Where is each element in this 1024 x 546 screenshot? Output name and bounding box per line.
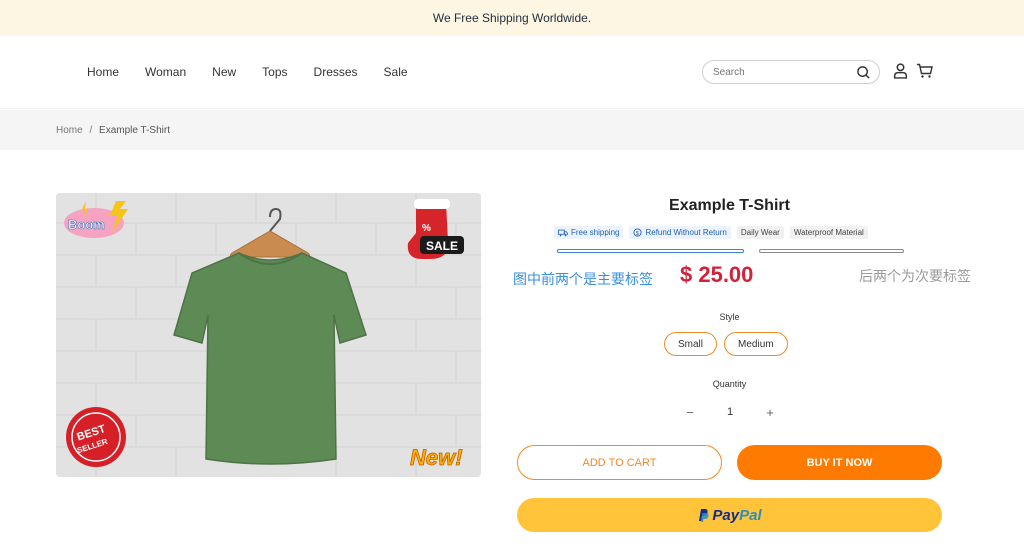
primary-tags-underline [557,249,744,253]
add-to-cart-button[interactable]: ADD TO CART [517,445,722,480]
style-label: Style [719,312,740,322]
announcement-bar: We Free Shipping Worldwide. [0,0,1024,36]
tag-waterproof: Waterproof Material [789,226,868,239]
style-options: Small Medium [664,332,788,356]
search-input[interactable] [703,65,855,79]
breadcrumb: Home / Example T-Shirt [56,125,170,136]
best-seller-badge: BEST SELLER [66,407,126,467]
breadcrumb-current: Example T-Shirt [99,124,170,136]
user-icon[interactable] [892,62,909,79]
paypal-label-pay: Pay [712,506,740,524]
quantity-label: Quantity [712,379,747,389]
product-price: $ 25.00 [680,262,754,287]
quantity-decrease-button[interactable]: − [680,405,700,420]
secondary-tags-underline [759,249,904,253]
style-option-small[interactable]: Small [664,332,718,356]
paypal-icon [699,509,709,522]
nav-woman[interactable]: Woman [145,65,186,79]
refund-icon: $ [633,228,643,237]
product-image[interactable]: Boom % SALE BEST SELLER New! [56,193,481,477]
tag-refund: $ Refund Without Return [629,226,731,239]
svg-text:SALE: SALE [426,239,458,253]
tag-label: Free shipping [571,228,620,237]
quantity-increase-button[interactable]: + [760,405,780,420]
breadcrumb-home[interactable]: Home [56,125,83,136]
buy-it-now-button[interactable]: BUY IT NOW [737,445,942,480]
breadcrumb-bar: Home / Example T-Shirt [0,110,1024,150]
search-icon[interactable] [856,65,871,80]
brick-wall-background: Boom % SALE BEST SELLER New! [56,193,481,477]
truck-icon [558,229,568,236]
quantity-stepper: − 1 + [680,403,780,421]
product-tags: Free shipping $ Refund Without Return Da… [554,226,868,239]
quantity-value[interactable]: 1 [727,406,733,418]
annotation-primary-tags: 图中前两个是主要标签 [513,271,653,287]
style-option-medium[interactable]: Medium [724,332,788,356]
nav-home[interactable]: Home [87,65,119,79]
new-sticker: New! [410,445,463,470]
search-box [702,60,880,84]
nav-tops[interactable]: Tops [262,65,287,79]
tag-free-shipping: Free shipping [554,226,624,239]
svg-text:Boom: Boom [68,217,105,232]
nav-sale[interactable]: Sale [384,65,408,79]
svg-text:%: % [422,223,431,234]
tag-label: Refund Without Return [645,228,727,237]
paypal-button[interactable]: Pay Pal [517,498,942,532]
svg-text:$: $ [636,231,639,237]
product-title: Example T-Shirt [669,197,790,214]
main-nav: Home Woman New Tops Dresses Sale [87,36,434,108]
nav-new[interactable]: New [212,65,236,79]
breadcrumb-separator: / [89,124,93,136]
cart-icon[interactable] [916,62,934,79]
site-header: Home Woman New Tops Dresses Sale [0,36,1024,109]
tag-daily-wear: Daily Wear [736,226,784,239]
announcement-text: We Free Shipping Worldwide. [432,11,592,25]
nav-dresses[interactable]: Dresses [314,65,358,79]
annotation-secondary-tags: 后两个为次要标签 [859,268,971,284]
paypal-label-pal: Pal [739,506,762,524]
